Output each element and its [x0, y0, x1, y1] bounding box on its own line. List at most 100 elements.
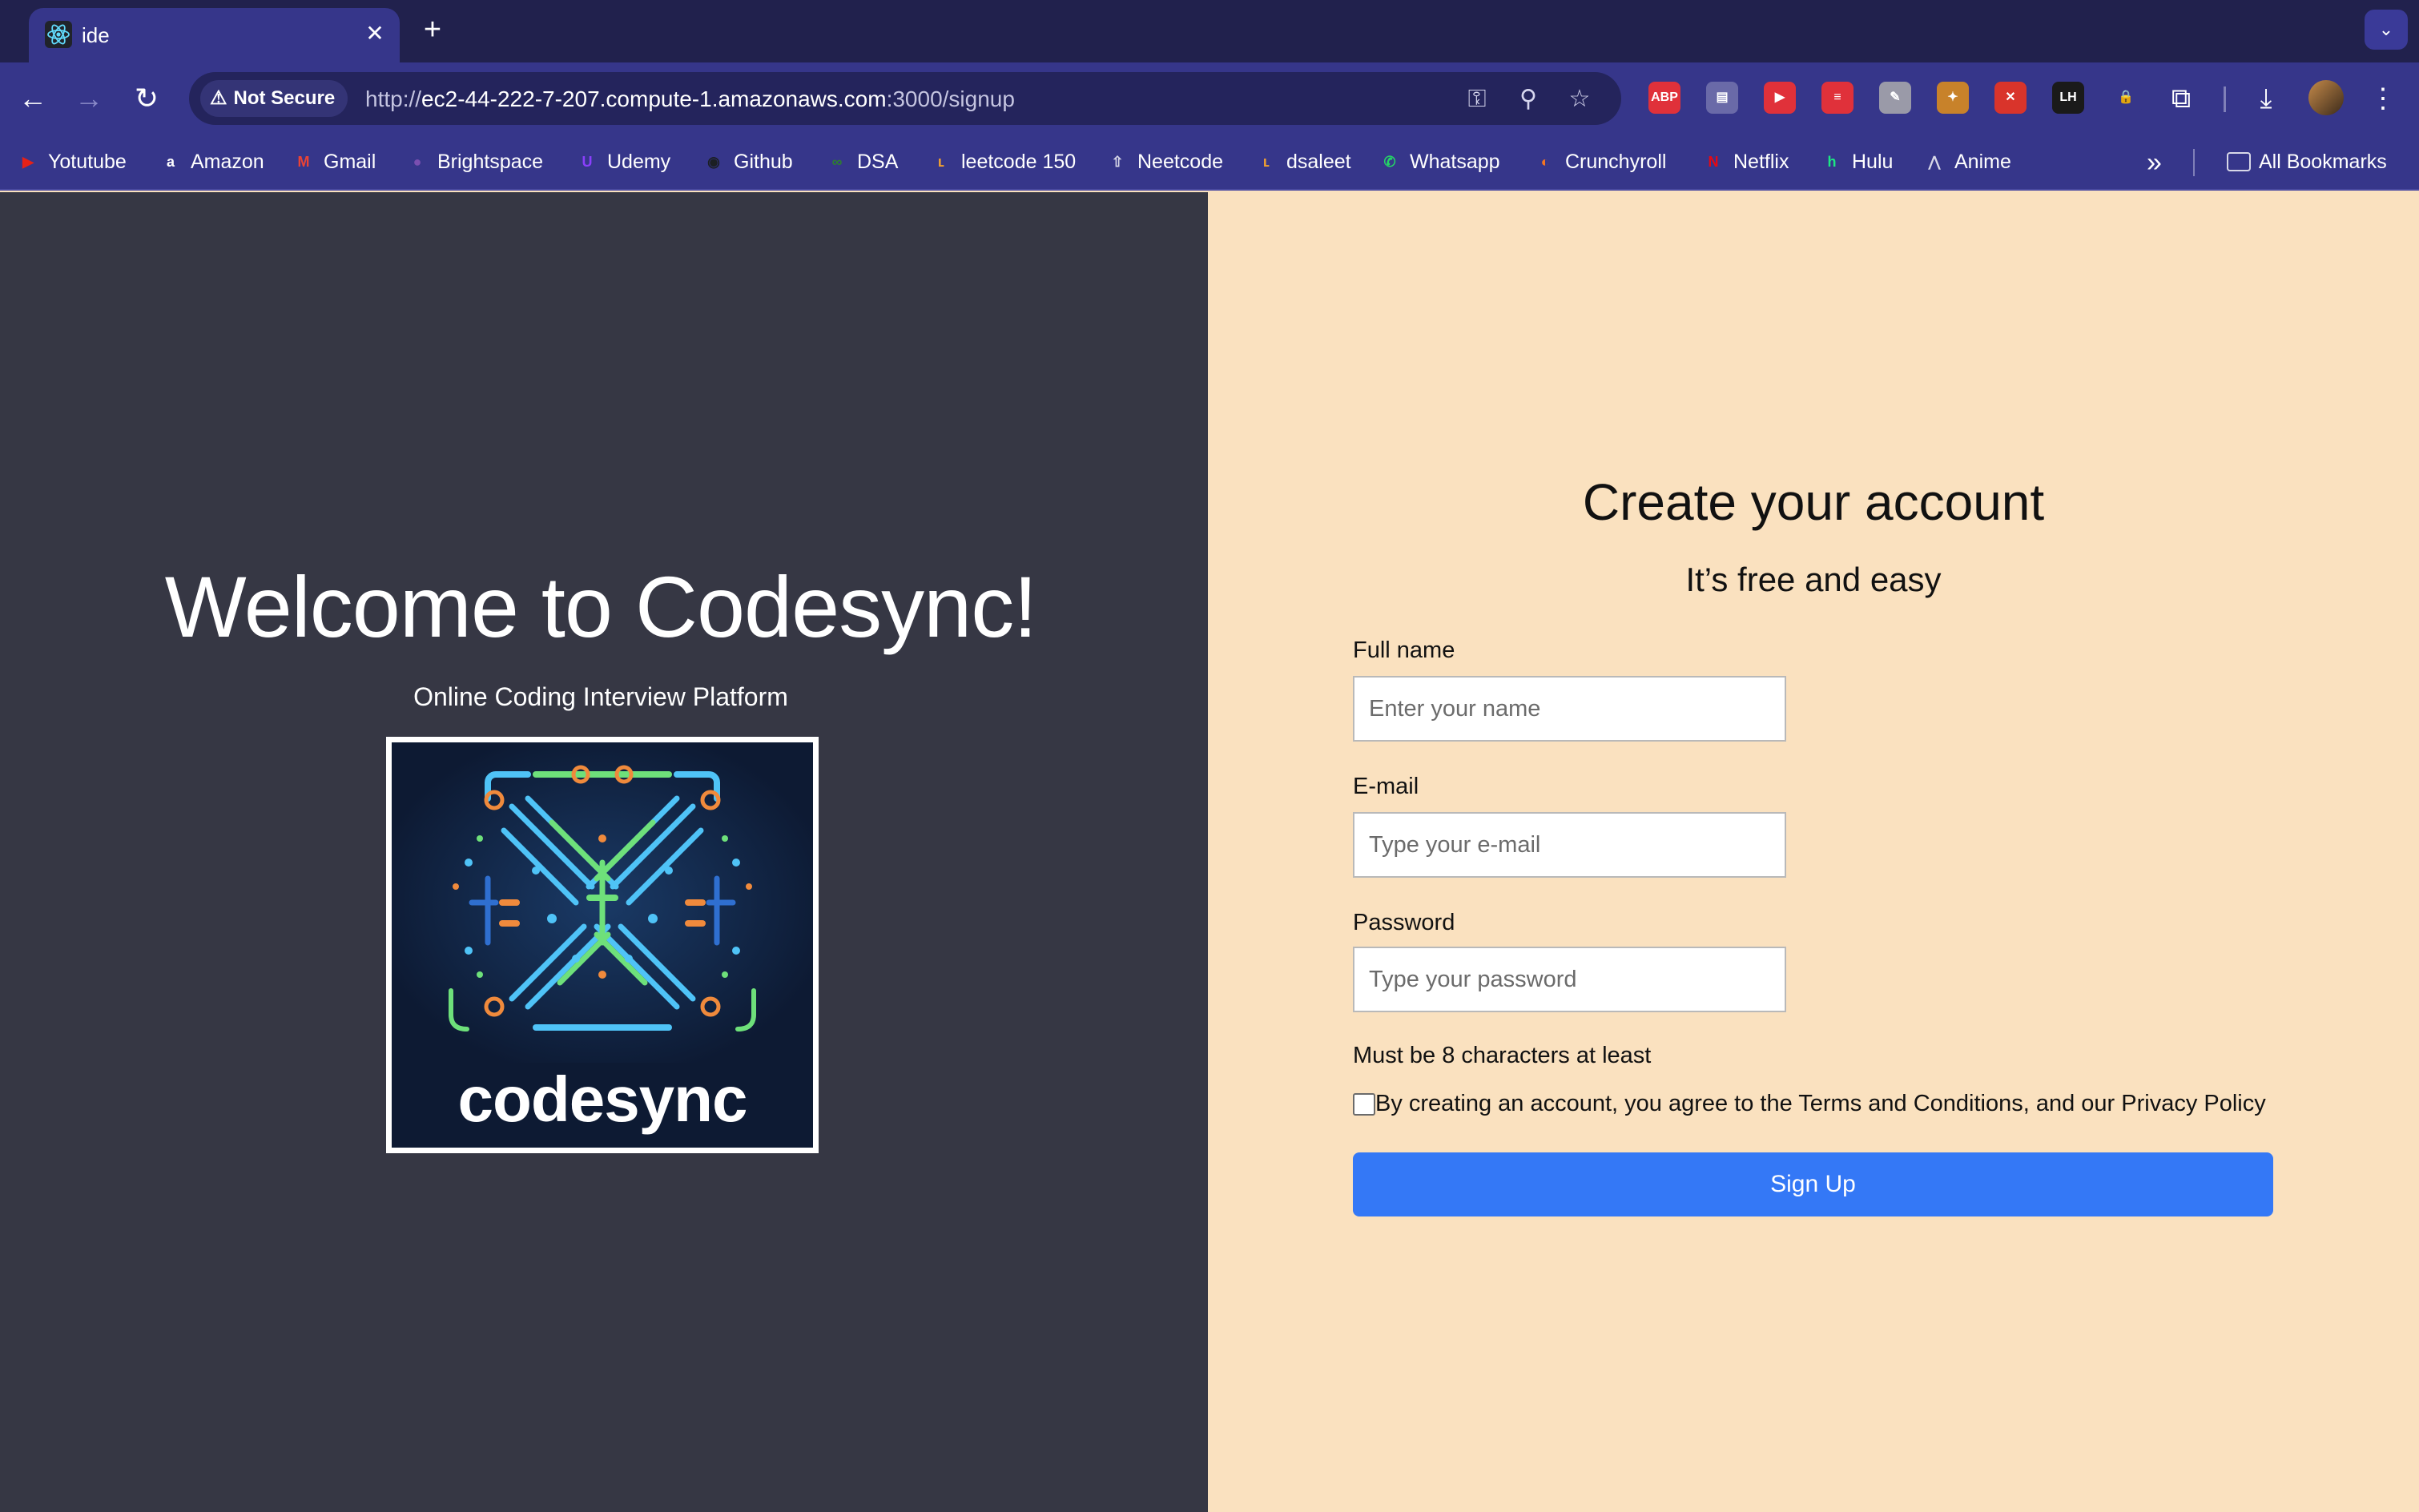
new-tab-icon[interactable]: + [417, 14, 449, 46]
bookmark-whatsapp[interactable]: ✆ Whatsapp [1378, 146, 1500, 178]
bookmark-label: Crunchyroll [1565, 150, 1667, 173]
welcome-subtitle: Online Coding Interview Platform [413, 682, 788, 711]
url-path: :3000/signup [886, 86, 1015, 111]
leetcode-icon: ʟ [1262, 154, 1270, 170]
leetcode-icon: ʟ [937, 154, 945, 170]
url-text[interactable]: http://ec2-44-222-7-207.compute-1.amazon… [365, 86, 1015, 112]
bookmark-label: DSA [857, 150, 899, 173]
signup-tagline: It’s free and easy [1685, 561, 1942, 598]
download-icon[interactable]: ⤓ [2248, 80, 2284, 117]
full-name-input[interactable] [1353, 676, 1786, 742]
more-bookmarks-icon[interactable]: » [2147, 149, 2162, 176]
folder-icon [2227, 152, 2251, 171]
adblock-plus-icon[interactable]: ABP [1648, 82, 1680, 114]
email-label: E-mail [1353, 774, 1419, 799]
password-hint: Must be 8 characters at least [1353, 1043, 1652, 1068]
signup-panel: Create your account It’s free and easy F… [1208, 192, 2419, 1512]
bookmark-github[interactable]: ◉ Github [702, 146, 793, 178]
bookmark-crunchyroll[interactable]: ◐ Crunchyroll [1533, 146, 1667, 178]
browser-toolbar: ← → ↻ ⚠ Not Secure http://ec2-44-222-7-2… [0, 62, 2419, 135]
bookmark-gmail[interactable]: M Gmail [292, 146, 376, 178]
bookmark-yotutube[interactable]: ▶ Yotutube [16, 146, 127, 178]
tab-title: ide [82, 23, 110, 47]
bookmark-label: Anime [1954, 150, 2011, 173]
address-bar[interactable]: ⚠ Not Secure http://ec2-44-222-7-207.com… [189, 72, 1621, 125]
bookmark-netflix[interactable]: N Netflix [1701, 146, 1789, 178]
url-scheme: http:// [365, 86, 422, 111]
bookmark-label: leetcode 150 [961, 150, 1077, 173]
all-bookmarks-button[interactable]: All Bookmarks [2227, 146, 2387, 178]
password-label: Password [1353, 910, 1455, 935]
hulu-icon: h [1827, 154, 1837, 170]
tab-search-icon[interactable]: ⌄ [2365, 10, 2408, 50]
github-icon: ◉ [707, 154, 720, 170]
terms-text: By creating an account, you agree to the… [1375, 1091, 2266, 1116]
bookmark-neetcode[interactable]: ⇧ Neetcode [1105, 146, 1223, 178]
back-icon[interactable]: ← [13, 78, 53, 119]
password-key-icon[interactable]: ⚿ [1461, 83, 1493, 115]
bookmark-dsa[interactable]: ∞ DSA [825, 146, 899, 178]
bookmark-label: Gmail [324, 150, 376, 173]
all-bookmarks-label: All Bookmarks [2259, 150, 2387, 173]
brightspace-icon: ● [413, 154, 422, 170]
terms-checkbox[interactable] [1353, 1092, 1375, 1116]
close-tab-icon[interactable]: ✕ [360, 19, 389, 48]
tab-manager-icon[interactable]: ▤ [1706, 82, 1738, 114]
logo-wordmark: codesync [457, 1064, 747, 1135]
active-tab[interactable]: ide ✕ [29, 8, 400, 62]
forward-icon[interactable]: → [69, 78, 109, 119]
udemy-icon: U [582, 154, 593, 170]
password-input[interactable] [1353, 947, 1786, 1012]
security-chip[interactable]: ⚠ Not Secure [200, 80, 348, 117]
bookmark-anime[interactable]: ⋀ Anime [1922, 146, 2011, 178]
bookmarks-separator [2193, 149, 2195, 176]
tab-strip: ide ✕ + ⌄ [0, 0, 2419, 62]
youtube-icon: ▶ [22, 154, 34, 170]
terms-row: By creating an account, you agree to the… [1353, 1091, 2266, 1117]
dsa-icon: ∞ [831, 154, 843, 170]
bookmark-hulu[interactable]: h Hulu [1820, 146, 1894, 178]
lock-ext-icon[interactable]: 🔒 [2110, 82, 2142, 114]
zoom-icon[interactable]: ⚲ [1512, 83, 1544, 115]
rocket-icon: ⇧ [1111, 154, 1124, 170]
bookmark-label: dsaleet [1286, 150, 1351, 173]
pen-ext-icon[interactable]: ✎ [1879, 82, 1911, 114]
amazon-icon: a [166, 154, 175, 170]
reload-icon[interactable]: ↻ [127, 78, 167, 119]
bookmarks-bar: ▶ Yotutube a Amazon M Gmail ● Brightspace U Udemy… [0, 135, 2419, 191]
menu-kebab-icon[interactable]: ⋮ [2365, 80, 2401, 117]
bookmark-label: Brightspace [437, 150, 544, 173]
bookmark-label: Udemy [607, 150, 671, 173]
welcome-panel: Welcome to Codesync! Online Coding Inter… [0, 192, 1208, 1512]
bookmark-brightspace[interactable]: ● Brightspace [405, 146, 543, 178]
bookmark-label: Neetcode [1137, 150, 1224, 173]
wand-ext-icon[interactable]: ✕ [1994, 82, 2027, 114]
bookmark-label: Whatsapp [1410, 150, 1500, 173]
toolbar-separator [2224, 86, 2226, 112]
email-input[interactable] [1353, 812, 1786, 878]
sign-up-button[interactable]: Sign Up [1353, 1152, 2273, 1216]
bookmark-label: Yotutube [48, 150, 127, 173]
bookmark-label: Netflix [1733, 150, 1789, 173]
bookmark-star-icon[interactable]: ☆ [1564, 83, 1596, 115]
url-host: ec2-44-222-7-207.compute-1.amazonaws.com [421, 86, 887, 111]
warning-icon: ⚠ [210, 87, 227, 109]
netflix-icon: N [1708, 154, 1719, 170]
circuit-logo-graphic [392, 742, 813, 1063]
extensions-puzzle-icon[interactable]: ⧉ [2163, 80, 2200, 117]
profile-avatar[interactable] [2308, 80, 2344, 115]
bookmark-label: Github [734, 150, 793, 173]
signup-heading: Create your account [1582, 473, 2045, 531]
lh-ext-icon[interactable]: LH [2052, 82, 2084, 114]
bookmark-udemy[interactable]: U Udemy [575, 146, 671, 178]
stop-ext-icon[interactable]: ≡ [1821, 82, 1853, 114]
bookmark-label: Amazon [191, 150, 264, 173]
full-name-label: Full name [1353, 637, 1455, 663]
bookmark-amazon[interactable]: a Amazon [159, 146, 264, 178]
bookmark-dsaleet[interactable]: ʟ dsaleet [1254, 146, 1351, 178]
anime-icon: ⋀ [1928, 154, 1941, 170]
crunchyroll-icon: ◐ [1540, 154, 1550, 170]
youtube-ext-icon[interactable]: ▶ [1764, 82, 1796, 114]
note-ext-icon[interactable]: ✦ [1937, 82, 1969, 114]
bookmark-leetcode-150[interactable]: ʟ leetcode 150 [929, 146, 1076, 178]
